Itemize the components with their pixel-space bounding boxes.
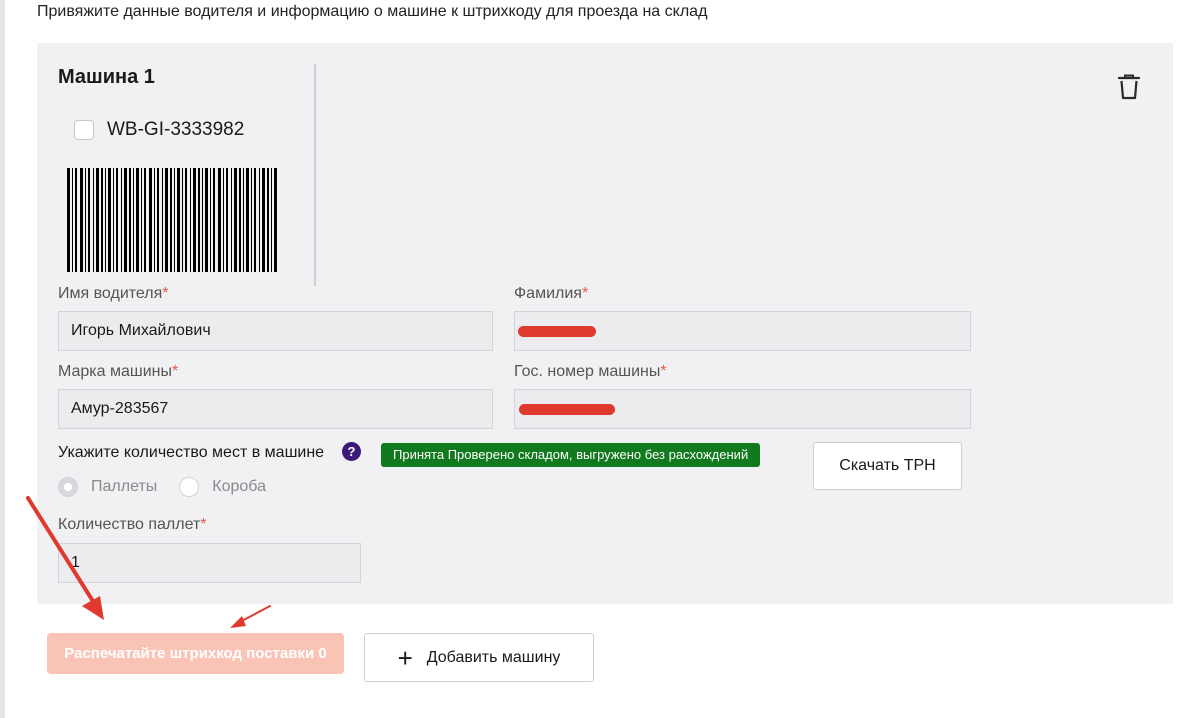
download-trn-button[interactable]: Скачать ТРН bbox=[813, 442, 962, 490]
required-mark: * bbox=[581, 285, 589, 302]
places-radio-group: Паллеты Короба bbox=[58, 477, 266, 497]
intro-text: Привяжите данные водителя и информацию о… bbox=[37, 3, 708, 20]
required-mark: * bbox=[162, 285, 169, 302]
barcode-image bbox=[67, 168, 277, 272]
radio-pallets-label: Паллеты bbox=[91, 478, 158, 495]
required-mark: * bbox=[200, 516, 207, 533]
delete-car-button[interactable] bbox=[1116, 73, 1142, 101]
places-question: Укажите количество мест в машине bbox=[58, 444, 325, 461]
required-mark: * bbox=[172, 363, 179, 380]
brand-label: Марка машины* bbox=[58, 363, 179, 380]
pallet-count-label: Количество паллет* bbox=[58, 516, 207, 533]
barcode-checkbox[interactable] bbox=[74, 120, 94, 140]
radio-boxes-label: Короба bbox=[212, 478, 266, 495]
left-rail bbox=[0, 0, 5, 718]
add-car-button[interactable]: + Добавить машину bbox=[364, 633, 594, 682]
trash-icon bbox=[1117, 74, 1141, 100]
plus-icon: + bbox=[397, 642, 413, 673]
surname-label: Фамилия* bbox=[514, 285, 589, 302]
vertical-divider bbox=[314, 64, 316, 286]
brand-input[interactable]: Амур-283567 bbox=[58, 389, 493, 429]
pallet-count-input[interactable]: 1 bbox=[58, 543, 361, 583]
print-barcode-button[interactable]: Распечатайте штрихкод поставки 0 bbox=[47, 633, 344, 674]
annotation-arrow-right bbox=[230, 605, 271, 628]
status-badge: Принята Проверено складом, выгружено без… bbox=[381, 443, 761, 467]
driver-name-input[interactable]: Игорь Михайлович bbox=[58, 311, 493, 351]
redacted-plate bbox=[519, 403, 615, 415]
surname-input[interactable] bbox=[514, 311, 971, 351]
brand-value: Амур-283567 bbox=[71, 400, 169, 417]
car-title: Машина 1 bbox=[58, 66, 155, 88]
driver-name-label: Имя водителя* bbox=[58, 285, 169, 302]
radio-pallets[interactable] bbox=[58, 477, 78, 497]
plate-input[interactable] bbox=[514, 389, 971, 429]
question-icon[interactable]: ? bbox=[342, 442, 361, 461]
plate-label: Гос. номер машины* bbox=[514, 363, 667, 380]
barcode-checkbox-row[interactable]: WB-GI-3333982 bbox=[74, 118, 244, 142]
pallet-count-value: 1 bbox=[71, 554, 80, 571]
required-mark: * bbox=[660, 363, 667, 380]
driver-name-value: Игорь Михайлович bbox=[71, 322, 211, 339]
redacted-surname bbox=[518, 325, 596, 337]
add-car-label: Добавить машину bbox=[426, 648, 561, 666]
radio-boxes[interactable] bbox=[179, 477, 200, 497]
barcode-id: WB-GI-3333982 bbox=[107, 119, 245, 140]
